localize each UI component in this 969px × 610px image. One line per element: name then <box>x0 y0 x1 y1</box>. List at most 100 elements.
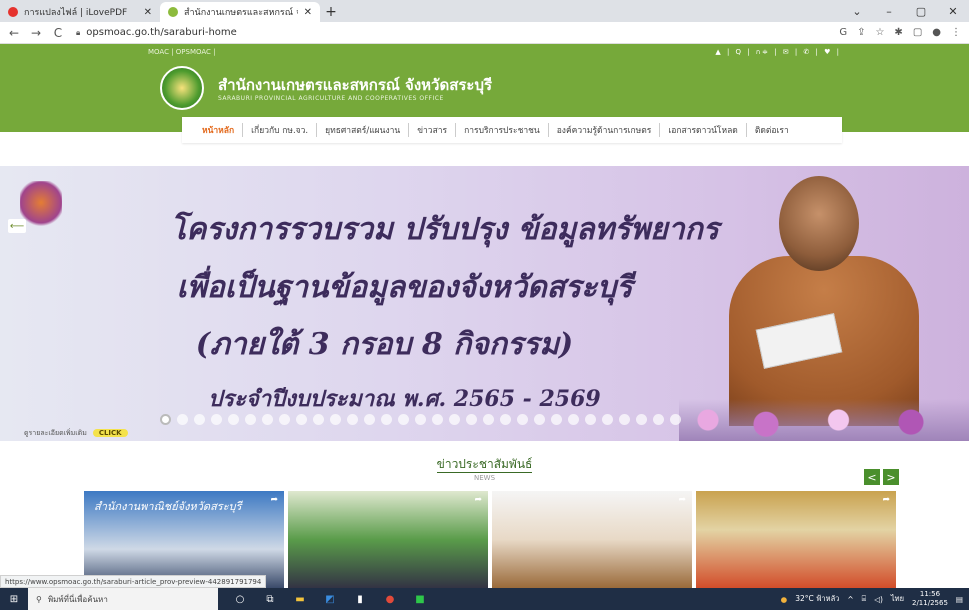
share-icon[interactable]: ➦ <box>678 495 686 505</box>
share-icon[interactable]: ➦ <box>474 495 482 505</box>
slider-dot[interactable] <box>262 414 273 425</box>
close-tab-icon[interactable]: ✕ <box>304 7 312 18</box>
cortana-icon[interactable]: ○ <box>232 592 248 606</box>
slider-dot[interactable] <box>670 414 681 425</box>
slider-dot[interactable] <box>194 414 205 425</box>
news-card[interactable]: ➦ <box>696 491 896 588</box>
slider-dot[interactable] <box>500 414 511 425</box>
slider-dot[interactable] <box>653 414 664 425</box>
window-controls: ⌄ – ▢ ✕ <box>841 0 969 22</box>
maximize-button[interactable]: ▢ <box>905 0 937 22</box>
profile-avatar-icon[interactable]: ● <box>932 27 941 38</box>
slider-dot[interactable] <box>228 414 239 425</box>
forward-button[interactable]: → <box>28 26 44 40</box>
weather-text[interactable]: 32°C ฟ้าหลัว <box>795 593 839 605</box>
chrome-icon[interactable]: ● <box>382 592 398 606</box>
menu-item-knowledge[interactable]: องค์ความรู้ด้านการเกษตร <box>549 123 661 137</box>
slider-dot[interactable] <box>398 414 409 425</box>
slider-dot[interactable] <box>483 414 494 425</box>
slider-dot[interactable] <box>245 414 256 425</box>
bookmark-star-icon[interactable]: ☆ <box>875 27 884 38</box>
slider-dot[interactable] <box>568 414 579 425</box>
file-explorer-icon[interactable]: ▬ <box>292 592 308 606</box>
news-prev-button[interactable]: < <box>864 469 880 485</box>
task-view-icon[interactable]: ⧉ <box>262 592 278 606</box>
slider-dot[interactable] <box>636 414 647 425</box>
news-next-button[interactable]: > <box>883 469 899 485</box>
line-icon[interactable]: ■ <box>412 592 428 606</box>
extensions-icon[interactable]: ✱ <box>894 27 902 38</box>
slider-dot[interactable] <box>313 414 324 425</box>
slider-dot[interactable] <box>364 414 375 425</box>
slider-dot[interactable] <box>279 414 290 425</box>
slider-dot[interactable] <box>466 414 477 425</box>
menu-icon[interactable]: ⋮ <box>951 27 961 38</box>
slider-dot[interactable] <box>347 414 358 425</box>
tab-search-button[interactable]: ⌄ <box>841 0 873 22</box>
network-icon[interactable]: ⌸ <box>862 594 867 604</box>
windows-taskbar: ⊞ ⚲ พิมพ์ที่นี่เพื่อค้นหา ○ ⧉ ▬ ◩ ▮ ● ■ … <box>0 588 969 610</box>
new-tab-button[interactable]: + <box>320 2 342 22</box>
weather-icon[interactable]: ● <box>781 595 788 604</box>
tab-title: การแปลงไฟล์ | iLovePDF <box>24 8 128 18</box>
tab-ilovepdf[interactable]: การแปลงไฟล์ | iLovePDF ✕ <box>0 2 160 22</box>
slider-dot[interactable] <box>432 414 443 425</box>
tray-chevron-icon[interactable]: ^ <box>847 595 853 604</box>
slider-dot[interactable] <box>449 414 460 425</box>
site-name: สำนักงานเกษตรและสหกรณ์ จังหวัดสระบุรี <box>218 76 493 94</box>
top-icons[interactable]: ▲ | Q | ก≑ | ✉ | ✆ | ♥ | <box>715 47 841 58</box>
slider-dot[interactable] <box>211 414 222 425</box>
slider-dot[interactable] <box>296 414 307 425</box>
menu-item-home[interactable]: หน้าหลัก <box>194 123 244 137</box>
share-icon[interactable]: ➦ <box>270 495 278 505</box>
slider-dot[interactable] <box>381 414 392 425</box>
google-lens-icon[interactable]: G <box>839 27 847 38</box>
slider-dot[interactable] <box>619 414 630 425</box>
slider-dot[interactable] <box>551 414 562 425</box>
close-window-button[interactable]: ✕ <box>937 0 969 22</box>
news-card[interactable]: ➦ <box>492 491 692 588</box>
reload-button[interactable]: C <box>50 26 66 40</box>
menu-item-news[interactable]: ข่าวสาร <box>409 123 457 137</box>
slider-dot[interactable] <box>517 414 528 425</box>
document-icon[interactable]: ▮ <box>352 592 368 606</box>
menu-item-contact[interactable]: ติดต่อเรา <box>747 123 797 137</box>
menu-item-strategy[interactable]: ยุทธศาสตร์/แผนงาน <box>317 123 410 137</box>
slider-dot[interactable] <box>585 414 596 425</box>
site-header: MOAC | OPSMOAC | ▲ | Q | ก≑ | ✉ | ✆ | ♥ … <box>0 44 969 143</box>
language-indicator[interactable]: ไทย <box>891 593 904 605</box>
back-button[interactable]: ← <box>6 26 22 40</box>
url-field[interactable]: 🔒︎ opsmoac.go.th/saraburi-home <box>76 27 839 38</box>
click-prefix: ดูรายละเอียดเพิ่มเติม <box>24 428 87 437</box>
volume-icon[interactable]: ◁) <box>874 595 883 604</box>
click-button[interactable]: CLICK <box>92 429 128 437</box>
slider-dot[interactable] <box>160 414 171 425</box>
site-logo[interactable] <box>160 66 204 110</box>
news-card[interactable]: สำนักงานพาณิชย์จังหวัดสระบุรี ➦ <box>84 491 284 588</box>
store-icon[interactable]: ◩ <box>322 592 338 606</box>
top-links[interactable]: MOAC | OPSMOAC | <box>148 48 216 56</box>
share-icon[interactable]: ⇪ <box>857 27 865 38</box>
slider-dot[interactable] <box>177 414 188 425</box>
slider-dot[interactable] <box>602 414 613 425</box>
taskbar-search[interactable]: ⚲ พิมพ์ที่นี่เพื่อค้นหา <box>28 588 218 610</box>
windows-start-button[interactable]: ⊞ <box>0 588 28 610</box>
menu-item-downloads[interactable]: เอกสารดาวน์โหลด <box>660 123 747 137</box>
minimize-button[interactable]: – <box>873 0 905 22</box>
news-card[interactable]: ➦ <box>288 491 488 588</box>
menu-item-about[interactable]: เกี่ยวกับ กษ.จว. <box>243 123 318 137</box>
click-more[interactable]: ดูรายละเอียดเพิ่มเติม CLICK <box>24 427 128 439</box>
sidepanel-icon[interactable]: ▢ <box>913 27 922 38</box>
ilovepdf-favicon-icon <box>8 7 18 17</box>
tab-opsmoac[interactable]: สำนักงานเกษตรและสหกรณ์ จังหวัดสระบุรี ✕ <box>160 2 320 22</box>
menu-item-services[interactable]: การบริการประชาชน <box>456 123 549 137</box>
share-icon[interactable]: ➦ <box>882 495 890 505</box>
slider-dot[interactable] <box>415 414 426 425</box>
clock[interactable]: 11:56 2/11/2565 <box>912 590 948 608</box>
lock-icon[interactable]: 🔒︎ <box>76 28 80 38</box>
hero-banner[interactable]: ⟵ โครงการรวบรวม ปรับปรุง ข้อมูลทรัพยากร … <box>0 166 969 441</box>
slider-dot[interactable] <box>534 414 545 425</box>
notification-icon[interactable]: ▤ <box>956 595 963 604</box>
slider-dot[interactable] <box>330 414 341 425</box>
close-tab-icon[interactable]: ✕ <box>144 7 152 18</box>
